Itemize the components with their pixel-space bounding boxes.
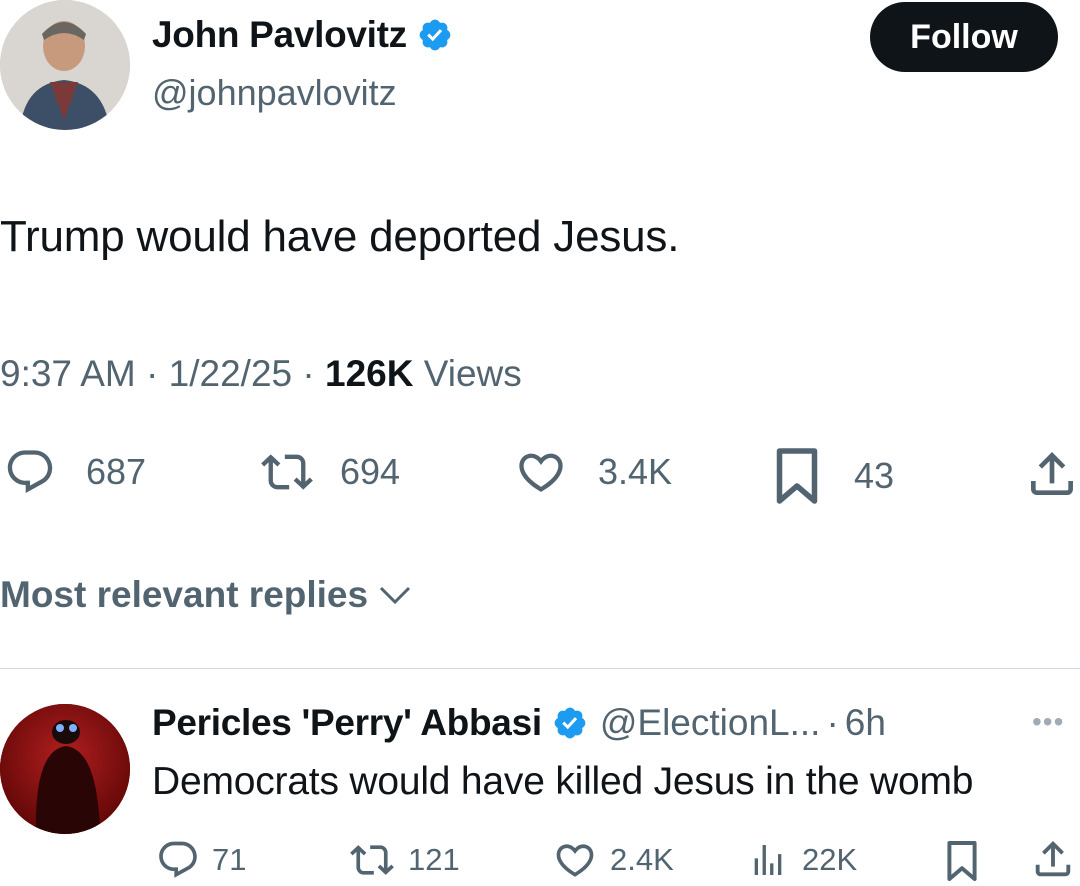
repost-action[interactable]: 694 — [256, 446, 400, 498]
reply-reply-action[interactable]: 71 — [156, 838, 246, 882]
reply-header[interactable]: Pericles 'Perry' Abbasi @ElectionL... · … — [152, 702, 886, 744]
like-icon — [519, 453, 563, 492]
verified-badge-icon — [419, 19, 451, 51]
share-icon — [1035, 840, 1071, 877]
reply-separator: · — [826, 702, 839, 743]
author-name-row[interactable]: John Pavlovitz — [152, 14, 453, 56]
reply-like-count: 2.4K — [610, 842, 674, 877]
repost-icon — [261, 454, 313, 490]
verified-badge-icon — [554, 707, 586, 739]
reply-views-action[interactable]: 22K — [748, 838, 857, 882]
reply-bookmark-action[interactable] — [944, 838, 980, 884]
reply-count: 687 — [86, 451, 147, 492]
tweet-text: Trump would have deported Jesus. — [0, 212, 680, 261]
like-action[interactable]: 3.4K — [514, 446, 672, 498]
tweet-date[interactable]: 1/22/25 — [169, 353, 292, 394]
replies-sort-label: Most relevant replies — [0, 574, 369, 615]
bookmark-action[interactable]: 43 — [772, 446, 894, 506]
reply-reply-count: 71 — [212, 842, 247, 877]
reply-text: Democrats would have killed Jesus in the… — [152, 760, 974, 803]
bookmark-icon — [776, 448, 818, 504]
more-icon[interactable]: ••• — [1032, 706, 1064, 738]
views-label: Views — [423, 353, 522, 394]
reply-like-action[interactable]: 2.4K — [552, 838, 674, 882]
reply-repost-action[interactable]: 121 — [346, 838, 460, 882]
replies-sort-dropdown[interactable]: Most relevant replies — [0, 574, 412, 616]
author-avatar[interactable] — [0, 0, 130, 130]
reply-author-name[interactable]: Pericles 'Perry' Abbasi — [152, 702, 542, 744]
reply-repost-count: 121 — [408, 842, 460, 877]
like-icon — [556, 844, 594, 877]
share-action[interactable] — [1024, 446, 1080, 502]
repost-count: 694 — [340, 451, 401, 492]
reply-views-count: 22K — [802, 842, 858, 877]
author-handle[interactable]: @johnpavlovitz — [152, 72, 397, 114]
divider — [0, 668, 1080, 669]
reply-author-avatar[interactable] — [0, 704, 130, 834]
follow-button[interactable]: Follow — [870, 2, 1058, 72]
chevron-down-icon — [380, 586, 411, 605]
like-count: 3.4K — [598, 451, 673, 492]
bookmark-icon — [947, 841, 977, 881]
bookmark-count: 43 — [854, 455, 895, 496]
reply-share-action[interactable] — [1030, 836, 1076, 882]
share-icon — [1031, 452, 1073, 495]
views-icon — [754, 845, 782, 875]
reply-age[interactable]: 6h — [845, 702, 886, 744]
author-name[interactable]: John Pavlovitz — [152, 14, 407, 56]
tweet-time[interactable]: 9:37 AM — [0, 353, 136, 394]
repost-icon — [350, 845, 394, 875]
reply-icon — [7, 450, 53, 494]
reply-icon — [159, 841, 197, 878]
reply-author-handle[interactable]: @ElectionL... — [600, 702, 821, 744]
tweet-meta: 9:37 AM · 1/22/25 · 126K Views — [0, 353, 522, 394]
reply-action[interactable]: 687 — [4, 446, 146, 498]
views-count: 126K — [325, 353, 414, 394]
